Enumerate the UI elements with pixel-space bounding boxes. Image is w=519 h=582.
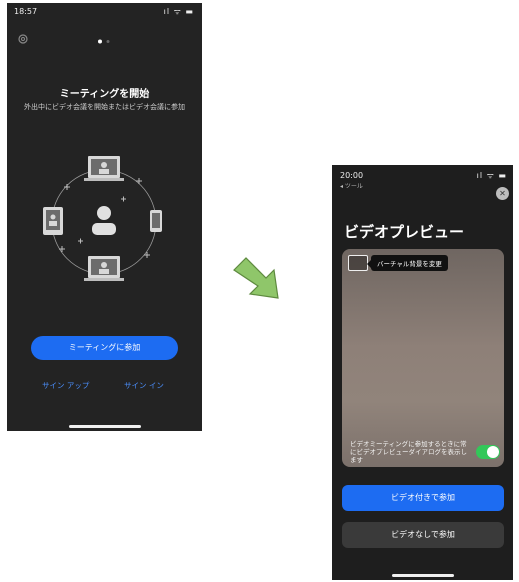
toggle-knob [487, 446, 499, 458]
join-with-video-button[interactable]: ビデオ付きで参加 [342, 485, 504, 511]
sign-in-link[interactable]: サイン イン [124, 380, 164, 391]
close-icon[interactable]: ✕ [496, 187, 509, 200]
video-preview-area: バーチャル背景を変更 ビデオミーティングに参加するときに常にビデオプレビューダイ… [342, 249, 504, 467]
home-indicator [69, 425, 141, 428]
status-icons: ıl ᯤ ▬ [476, 171, 507, 180]
page-title: ミーティングを開始 [59, 89, 150, 100]
join-without-video-button[interactable]: ビデオなしで参加 [342, 522, 504, 548]
sign-up-link[interactable]: サイン アップ [42, 380, 89, 391]
virtual-background-icon[interactable] [348, 255, 368, 271]
status-time: 20:00 [340, 171, 364, 180]
arrow-down-right-icon [233, 257, 279, 299]
gear-icon[interactable] [17, 33, 29, 45]
virtual-background-tooltip: バーチャル背景を変更 [367, 255, 448, 271]
home-indicator [392, 574, 454, 577]
meeting-illustration [43, 156, 162, 281]
page-indicator [98, 39, 110, 44]
phone-screen-video-preview: 20:00 ◂ ツール ıl ᯤ ▬ ✕ ビデオプレビュー バーチャル背景を変更… [332, 165, 513, 580]
phone-screen-start-meeting: 18:57 ıl ᯤ ▬ ミーティングを開始 外出中にビデオ会議を開始またはビデ… [7, 3, 202, 431]
preview-toggle-label: ビデオミーティングに参加するときに常にビデオプレビューダイアログを表示します [350, 440, 467, 464]
status-icons: ıl ᯤ ▬ [163, 7, 194, 16]
page-title: ビデオプレビュー [344, 223, 465, 241]
back-link[interactable]: ◂ ツール [340, 181, 363, 190]
status-time: 18:57 [14, 7, 38, 16]
page-subtitle: 外出中にビデオ会議を開始またはビデオ会議に参加 [24, 103, 185, 111]
always-show-preview-toggle[interactable] [476, 445, 500, 459]
join-meeting-button[interactable]: ミーティングに参加 [31, 336, 178, 360]
